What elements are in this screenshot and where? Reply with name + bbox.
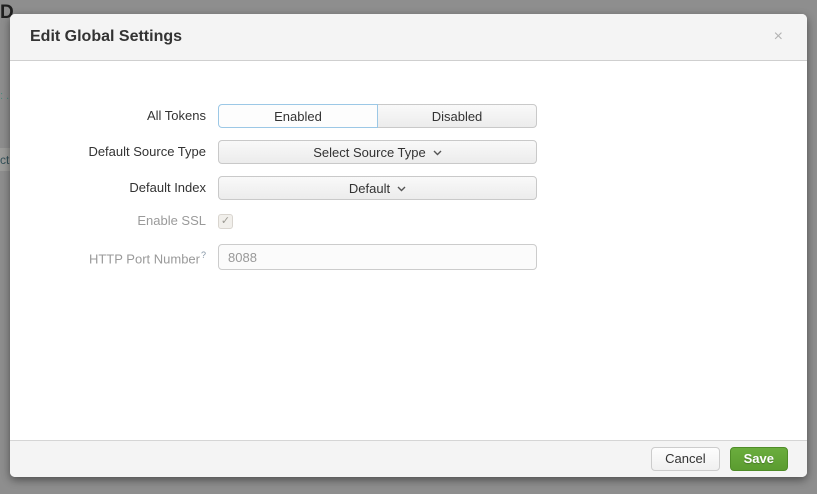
dialog-title: Edit Global Settings — [30, 28, 182, 46]
default-source-type-label: Default Source Type — [10, 144, 206, 160]
all-tokens-disabled-button[interactable]: Disabled — [377, 104, 537, 128]
default-index-label: Default Index — [10, 180, 206, 196]
background-table-row-fragment — [0, 148, 10, 171]
all-tokens-toggle: Enabled Disabled — [218, 104, 537, 128]
dialog-body: All Tokens Enabled Disabled Default Sour… — [10, 62, 807, 440]
modal-overlay: D : . cti Edit Global Settings × All Tok… — [0, 0, 817, 494]
enable-ssl-row: Enable SSL ✓ — [10, 213, 807, 229]
background-page-link-fragment: : . — [0, 91, 9, 102]
default-index-row: Default Index Default — [10, 176, 807, 200]
chevron-down-icon — [433, 150, 442, 156]
all-tokens-label: All Tokens — [10, 108, 206, 124]
http-port-row: HTTP Port Number? — [10, 244, 807, 270]
default-index-value: Default — [349, 181, 390, 196]
checkmark-icon: ✓ — [221, 216, 230, 227]
all-tokens-enabled-button[interactable]: Enabled — [218, 104, 378, 128]
http-port-label-text: HTTP Port Number — [89, 251, 200, 266]
help-marker: ? — [201, 250, 206, 260]
dialog-header: Edit Global Settings × — [10, 14, 807, 61]
default-source-type-value: Select Source Type — [313, 145, 426, 160]
enable-ssl-label: Enable SSL — [10, 213, 206, 229]
default-index-dropdown[interactable]: Default — [218, 176, 537, 200]
dialog-footer: Cancel Save — [10, 440, 807, 477]
save-button[interactable]: Save — [730, 447, 788, 471]
close-icon[interactable]: × — [774, 29, 783, 45]
default-source-type-dropdown[interactable]: Select Source Type — [218, 140, 537, 164]
http-port-input — [218, 244, 537, 270]
http-port-label: HTTP Port Number? — [10, 247, 206, 267]
edit-global-settings-dialog: Edit Global Settings × All Tokens Enable… — [10, 14, 807, 477]
all-tokens-row: All Tokens Enabled Disabled — [10, 104, 807, 128]
default-source-type-row: Default Source Type Select Source Type — [10, 140, 807, 164]
chevron-down-icon — [397, 186, 406, 192]
cancel-button[interactable]: Cancel — [651, 447, 719, 471]
enable-ssl-checkbox: ✓ — [218, 214, 233, 229]
